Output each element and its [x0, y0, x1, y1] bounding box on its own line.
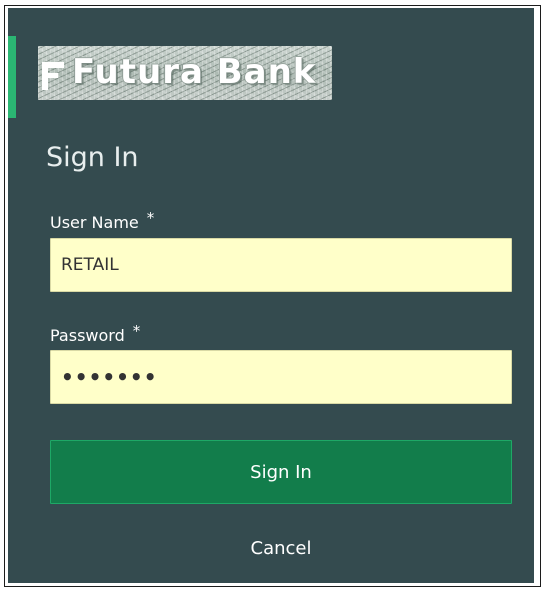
- page-title: Sign In: [46, 142, 139, 173]
- username-label-text: User Name: [50, 213, 139, 232]
- accent-bar: [8, 36, 16, 118]
- bank-logo-text: Futura Bank: [72, 52, 317, 92]
- sign-in-button[interactable]: Sign In: [50, 440, 512, 504]
- bank-logo: Futura Bank: [38, 46, 332, 100]
- login-panel: Futura Bank Sign In User Name * Password *…: [8, 8, 534, 583]
- password-label-text: Password: [50, 326, 125, 345]
- password-input[interactable]: [50, 350, 512, 404]
- futura-bank-logo-icon: [42, 62, 64, 90]
- password-label: Password *: [50, 322, 140, 345]
- username-input[interactable]: [50, 238, 512, 292]
- cancel-button[interactable]: Cancel: [50, 528, 512, 568]
- required-marker: *: [146, 209, 155, 227]
- username-label: User Name *: [50, 209, 154, 232]
- required-marker: *: [132, 322, 141, 340]
